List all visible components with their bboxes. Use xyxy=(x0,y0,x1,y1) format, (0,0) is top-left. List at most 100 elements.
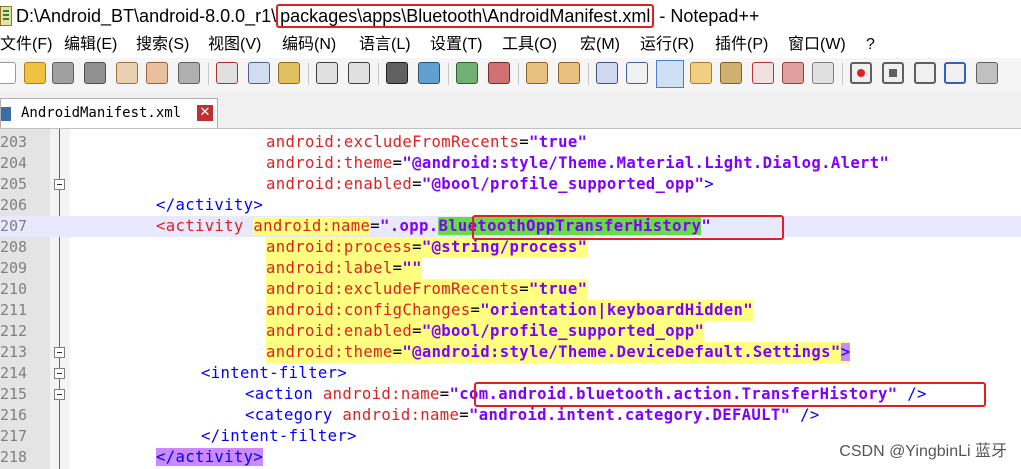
tag-close: > xyxy=(704,175,714,193)
print-icon[interactable] xyxy=(178,62,200,84)
fold-toggle-icon[interactable] xyxy=(54,347,65,358)
xml-value: "@android:style/Theme.DeviceDefault.Sett… xyxy=(402,343,841,361)
toolbar-separator xyxy=(378,63,379,85)
function-list-icon[interactable] xyxy=(752,62,774,84)
file-icon xyxy=(1,107,11,121)
xml-tag: <intent-filter> xyxy=(201,364,348,382)
title-path-highlighted: packages\apps\Bluetooth\AndroidManifest.… xyxy=(276,4,655,28)
close-tab-icon[interactable]: ✕ xyxy=(197,105,213,121)
stop-macro-icon[interactable] xyxy=(882,62,904,84)
xml-value: "true" xyxy=(528,280,588,298)
code-line-current: 207 <activity android:name=".opp.Bluetoo… xyxy=(0,216,1021,237)
code-line: 203 android:excludeFromRecents="true" xyxy=(0,132,1021,153)
menu-file[interactable]: 文件(F) xyxy=(0,35,52,55)
code-line: 213 android:theme="@android:style/Theme.… xyxy=(0,342,1021,363)
close-all-icon[interactable] xyxy=(146,62,168,84)
paste-icon[interactable] xyxy=(278,62,300,84)
copy-icon[interactable] xyxy=(248,62,270,84)
xml-attribute: android:excludeFromRecents xyxy=(266,280,520,298)
xml-value: "" xyxy=(402,259,422,277)
menu-help[interactable]: ? xyxy=(866,35,875,55)
xml-value: "true" xyxy=(528,133,588,151)
close-file-icon[interactable] xyxy=(116,62,138,84)
xml-attribute: android:theme xyxy=(266,343,393,361)
equals: = xyxy=(370,217,381,235)
record-macro-icon[interactable] xyxy=(850,62,872,84)
redo-icon[interactable] xyxy=(348,62,370,84)
toolbar xyxy=(0,58,1021,92)
title-app-name: - Notepad++ xyxy=(654,6,760,26)
undo-icon[interactable] xyxy=(316,62,338,84)
menu-window[interactable]: 窗口(W) xyxy=(788,35,846,55)
fold-toggle-icon[interactable] xyxy=(54,179,65,190)
xml-value-selected: BluetoothOppTransferHistory xyxy=(438,217,702,235)
line-number: 214 xyxy=(0,364,28,382)
doc-map-icon[interactable] xyxy=(720,62,742,84)
menu-encoding[interactable]: 编码(N) xyxy=(282,35,336,55)
xml-tag: </intent-filter> xyxy=(201,427,357,445)
xml-value: "com.android.bluetooth.action.TransferHi… xyxy=(449,385,898,403)
code-line: 205 android:enabled="@bool/profile_suppo… xyxy=(0,174,1021,195)
line-number: 218 xyxy=(0,448,28,466)
save-icon[interactable] xyxy=(52,62,74,84)
code-line: 216 <category android:name="android.inte… xyxy=(0,405,1021,426)
replace-icon[interactable] xyxy=(418,62,440,84)
tab-bar: AndroidManifest.xml ✕ xyxy=(0,92,1021,129)
zoom-in-icon[interactable] xyxy=(456,62,478,84)
monitoring-icon[interactable] xyxy=(812,62,834,84)
zoom-out-icon[interactable] xyxy=(488,62,510,84)
menu-run[interactable]: 运行(R) xyxy=(640,35,694,55)
fold-toggle-icon[interactable] xyxy=(54,389,65,400)
menu-macro[interactable]: 宏(M) xyxy=(580,35,620,55)
run-macro-multiple-icon[interactable] xyxy=(944,62,966,84)
line-number: 204 xyxy=(0,154,28,172)
menu-language[interactable]: 语言(L) xyxy=(359,35,411,55)
xml-value: "@bool/profile_supported_opp" xyxy=(421,322,705,340)
find-icon[interactable] xyxy=(386,62,408,84)
equals: = xyxy=(439,385,450,403)
word-wrap-icon[interactable] xyxy=(596,62,618,84)
menu-tools[interactable]: 工具(O) xyxy=(502,35,557,55)
xml-attribute: android:enabled xyxy=(266,175,413,193)
code-editor[interactable]: 203 android:excludeFromRecents="true" 20… xyxy=(0,129,1021,469)
open-file-icon[interactable] xyxy=(24,62,46,84)
tag-close: > xyxy=(840,343,851,361)
menu-settings[interactable]: 设置(T) xyxy=(430,35,482,55)
line-number: 208 xyxy=(0,238,28,256)
line-number: 212 xyxy=(0,322,28,340)
menu-plugins[interactable]: 插件(P) xyxy=(715,35,768,55)
menu-edit[interactable]: 编辑(E) xyxy=(64,35,117,55)
toolbar-separator xyxy=(842,63,843,85)
save-macro-icon[interactable] xyxy=(976,62,998,84)
xml-attribute: android:label xyxy=(266,259,393,277)
code-line: 215 <action android:name="com.android.bl… xyxy=(0,384,1021,405)
new-file-icon[interactable] xyxy=(0,62,16,84)
title-path-prefix: D:\Android_BT\android-8.0.0_r1\ xyxy=(16,6,277,26)
xml-attribute: android:name xyxy=(342,406,460,424)
xml-attribute: android:process xyxy=(266,238,413,256)
line-number: 213 xyxy=(0,343,28,361)
show-all-chars-icon[interactable] xyxy=(626,62,648,84)
toolbar-separator xyxy=(308,63,309,85)
sync-horizontal-icon[interactable] xyxy=(558,62,580,84)
udl-icon[interactable] xyxy=(690,62,712,84)
line-number: 207 xyxy=(0,217,28,235)
indent-guide-icon[interactable] xyxy=(656,60,684,88)
equals: = xyxy=(392,343,403,361)
equals: = xyxy=(519,280,529,298)
fold-toggle-icon[interactable] xyxy=(54,368,65,379)
tab-androidmanifest[interactable]: AndroidManifest.xml ✕ xyxy=(0,98,218,128)
window-title: D:\Android_BT\android-8.0.0_r1\ packages\… xyxy=(16,4,759,28)
equals: = xyxy=(459,406,470,424)
sync-vertical-icon[interactable] xyxy=(526,62,548,84)
folder-workspace-icon[interactable] xyxy=(782,62,804,84)
xml-value: "@android:style/Theme.Material.Light.Dia… xyxy=(402,154,890,172)
xml-tag: </activity> xyxy=(156,448,264,466)
menu-bar: 文件(F) 编辑(E) 搜索(S) 视图(V) 编码(N) 语言(L) 设置(T… xyxy=(0,32,1021,58)
cut-icon[interactable] xyxy=(216,62,238,84)
menu-search[interactable]: 搜索(S) xyxy=(136,35,189,55)
play-macro-icon[interactable] xyxy=(914,62,936,84)
save-all-icon[interactable] xyxy=(84,62,106,84)
menu-view[interactable]: 视图(V) xyxy=(208,35,261,55)
xml-value-quote: " xyxy=(701,217,712,235)
